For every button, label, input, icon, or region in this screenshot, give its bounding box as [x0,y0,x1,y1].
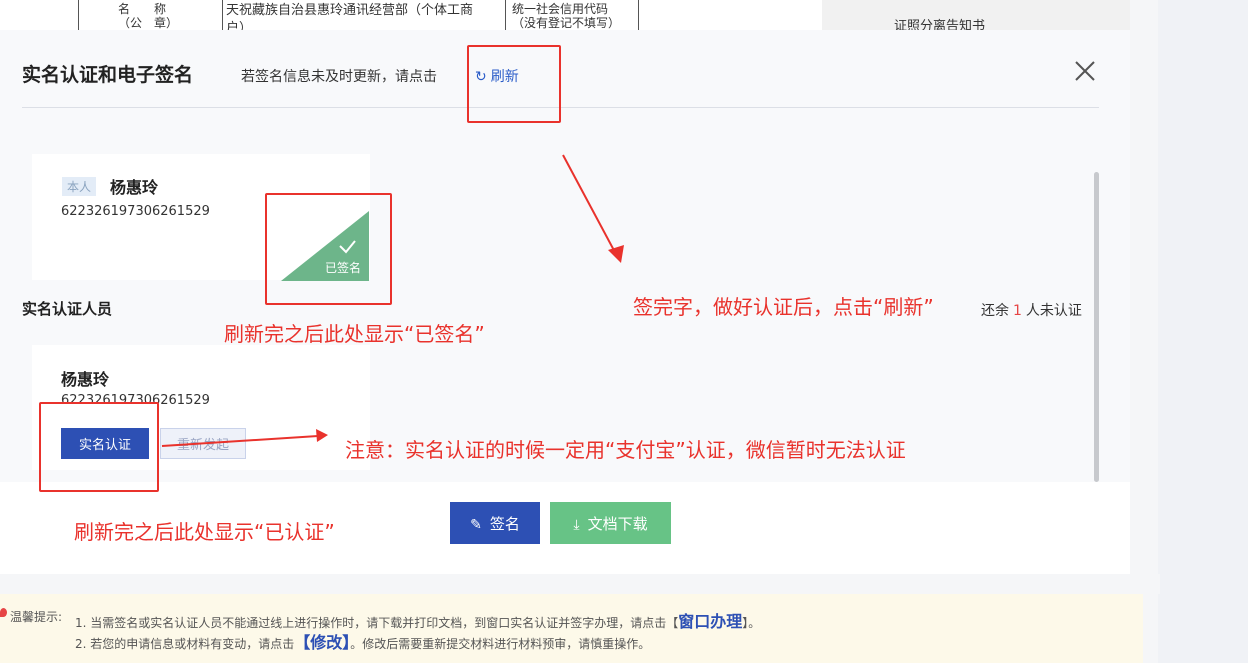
tips-label: 温馨提示: [10,610,63,624]
annotation-box-signed [265,193,392,305]
window-handle-link[interactable]: 窗口办理 [678,612,742,631]
section-title-verifiers: 实名认证人员 [22,300,113,318]
table-border [222,0,223,30]
download-button[interactable]: ⤓ 文档下载 [550,502,671,544]
close-icon[interactable] [1072,58,1098,84]
doc-cell-notice: 证照分离告知书 [894,19,986,31]
modify-link[interactable]: 【修改】 [294,633,350,652]
verifier-name: 杨惠玲 [61,370,110,389]
pen-icon: ✎ [470,516,482,533]
background-document: 名 称 （公 章） 天祝藏族自治县惠玲通讯经营部（个体工商户） 统一社会信用代码… [0,0,1130,30]
annotation-signed-note: 刷新完之后此处显示“已签名” [224,322,485,346]
warm-tips: 温馨提示: 1. 当需签名或实名认证人员不能通过线上进行操作时，请下载并打印文档… [0,594,1143,663]
restart-button[interactable]: 重新发起 [160,428,246,459]
table-border [78,0,79,30]
sign-verify-modal: 实名认证和电子签名 若签名信息未及时更新，请点击 ↻ 刷新 本人 杨惠玲 6223… [0,30,1130,482]
annotation-verified-note: 刷新完之后此处显示“已认证” [74,520,335,544]
annotation-box-verify [39,402,159,492]
signer-id-number: 622326197306261529 [61,204,210,219]
signer-name: 杨惠玲 [110,178,159,197]
tips-line-2: 2. 若您的申请信息或材料有变动，请点击【修改】。修改后需要重新提交材料进行材料… [75,633,651,652]
page-gap [0,574,1160,594]
refresh-tip: 若签名信息未及时更新，请点击 [241,69,437,85]
right-side-panel [1130,0,1248,663]
annotation-alipay-note: 注意：实名认证的时候一定用“支付宝”认证，微信暂时无法认证 [345,438,906,462]
annotation-box-refresh [467,45,561,123]
table-border [638,0,639,30]
sign-button[interactable]: ✎ 签名 [450,502,540,544]
scrollbar[interactable] [1094,172,1099,482]
table-border [505,0,506,30]
annotation-refresh-note: 签完字，做好认证后，点击“刷新” [633,295,934,319]
pin-icon [0,608,7,617]
doc-cell-credit-code: 统一社会信用代码 （没有登记不填写） [512,2,621,30]
remaining-number: 1 [1013,303,1022,319]
download-icon: ⤓ [573,516,580,533]
remaining-count: 还余 1 人未认证 [981,303,1082,319]
modal-title: 实名认证和电子签名 [22,64,194,86]
doc-cell-company: 天祝藏族自治县惠玲通讯经营部（个体工商户） [226,3,474,30]
self-tag: 本人 [62,177,97,196]
doc-cell-name: 名 称 （公 章） [118,2,179,30]
